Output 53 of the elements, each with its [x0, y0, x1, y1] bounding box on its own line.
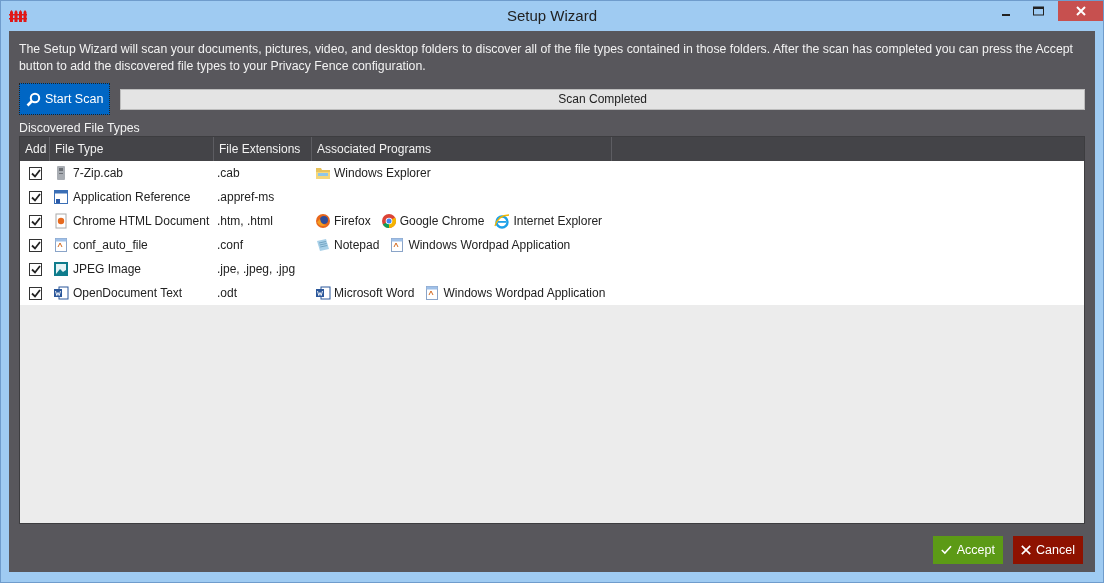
close-icon — [1075, 6, 1086, 16]
folder-icon — [315, 165, 331, 181]
program-name: Notepad — [334, 238, 380, 252]
extensions-text: .conf — [217, 238, 243, 252]
extensions-text: .htm, .html — [217, 214, 273, 228]
image-icon — [53, 261, 69, 277]
chrome-icon — [380, 213, 397, 229]
section-title: Discovered File Types — [19, 121, 141, 135]
add-checkbox[interactable] — [29, 166, 42, 180]
file-type-text: OpenDocument Text — [73, 286, 183, 300]
start-scan-button[interactable]: Start Scan — [19, 83, 111, 115]
search-icon — [26, 91, 41, 107]
fence-icon — [9, 9, 27, 23]
document-icon — [424, 285, 441, 301]
file-type-text: conf_auto_file — [73, 238, 148, 252]
program-name: Windows Wordpad Application — [408, 238, 571, 252]
progress-label: Scan Completed — [558, 92, 648, 106]
program-name: Microsoft Word — [334, 286, 415, 300]
program-name: Internet Explorer — [513, 214, 603, 228]
extensions-text: .odt — [217, 286, 237, 300]
word-icon — [53, 285, 69, 301]
file-type-text: Application Reference — [73, 190, 191, 204]
file-type-text: Chrome HTML Document — [73, 214, 210, 228]
shortcut-icon — [53, 189, 69, 205]
window-title: Setup Wizard — [507, 7, 597, 24]
file-type-text: 7-Zip.cab — [73, 166, 124, 180]
add-checkbox[interactable] — [29, 214, 42, 228]
firefox-icon — [315, 213, 331, 229]
close-button[interactable] — [1058, 1, 1103, 21]
program-name: Firefox — [334, 214, 371, 228]
add-checkbox[interactable] — [29, 262, 42, 276]
cancel-button[interactable]: Cancel — [1013, 536, 1083, 564]
close-icon — [1021, 544, 1032, 556]
description-text: The Setup Wizard will scan your documents, pictures, video, and desktop folders to discover all of the file types contained in those folders. After the scan has completed you can press the Accept button to add the discovered file types to your Privacy Fence configuration. — [19, 41, 1074, 75]
browser-e-icon — [494, 213, 511, 229]
program-name: Windows Explorer — [334, 166, 431, 180]
word-icon — [315, 285, 331, 301]
extensions-text: .appref-ms — [217, 190, 275, 204]
add-checkbox[interactable] — [29, 286, 42, 300]
maximize-icon — [1032, 6, 1044, 16]
minimize-icon — [1002, 14, 1010, 16]
add-checkbox[interactable] — [29, 190, 42, 204]
program-name: Google Chrome — [399, 214, 485, 228]
extensions-text: .jpe, .jpeg, .jpg — [217, 262, 296, 276]
add-checkbox[interactable] — [29, 238, 42, 252]
document-icon — [53, 237, 69, 253]
notepad-icon — [315, 237, 331, 253]
file-type-text: JPEG Image — [73, 262, 142, 276]
extensions-text: .cab — [217, 166, 240, 180]
document-icon — [389, 237, 406, 253]
checkmark-icon — [941, 544, 952, 556]
web-document-icon — [53, 213, 69, 229]
program-name: Windows Wordpad Application — [443, 286, 606, 300]
